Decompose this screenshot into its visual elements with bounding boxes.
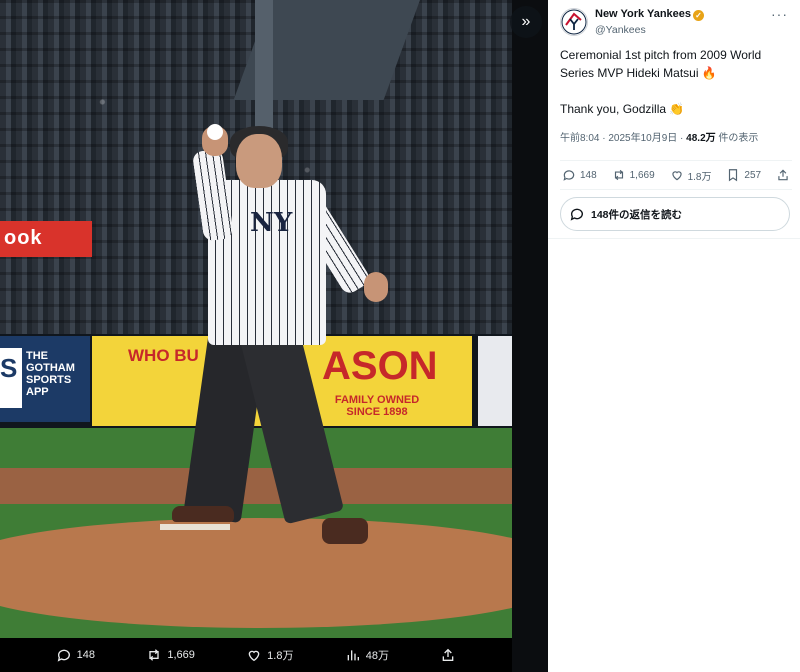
yankees-logo-icon — [561, 9, 587, 35]
pitcher-figure: NY — [0, 0, 512, 638]
read-replies-button[interactable]: 148件の返信を読む — [560, 197, 790, 231]
heart-icon — [671, 171, 682, 181]
yankees-logo: NY — [250, 208, 293, 238]
repost-icon — [149, 649, 159, 661]
share-button[interactable] — [776, 168, 790, 182]
account-name[interactable]: New York Yankees ✓ — [595, 8, 705, 21]
bookmark-icon — [729, 169, 738, 182]
views-count: 48.2万 — [686, 133, 716, 144]
tweet-header: New York Yankees ✓ @Yankees ··· — [560, 6, 792, 42]
media-share-button[interactable] — [440, 647, 456, 663]
more-options-button[interactable]: ··· — [771, 6, 788, 22]
avatar[interactable] — [560, 8, 588, 36]
tweet-meta: 午前8:04 · 2025年10月9日 · 48.2万 件の表示 — [560, 133, 759, 144]
analytics-icon — [347, 650, 359, 661]
collapse-panel-button[interactable]: » — [510, 6, 542, 38]
reply-icon — [57, 649, 70, 662]
tweet-actions: 148 1,669 1.8万 257 — [560, 160, 792, 190]
share-icon — [778, 169, 788, 181]
timestamp[interactable]: 午前8:04 · 2025年10月9日 · — [560, 133, 686, 144]
more-icon: ··· — [771, 6, 788, 22]
tweet-text: Ceremonial 1st pitch from 2009 World Ser… — [560, 48, 762, 116]
like-button[interactable]: 1.8万 — [670, 168, 711, 183]
baseball — [207, 124, 223, 140]
reply-icon — [563, 170, 575, 181]
media-repost-button[interactable]: 1,669 — [146, 647, 195, 663]
tweet-photo[interactable]: ook S THE GOTHAM SPORTS APP WHO BU ASON … — [0, 0, 512, 638]
repost-button[interactable]: 1,669 — [612, 168, 655, 182]
media-viewer: ook S THE GOTHAM SPORTS APP WHO BU ASON … — [0, 0, 512, 672]
account-handle[interactable]: @Yankees — [595, 24, 646, 36]
divider — [548, 238, 800, 239]
media-views-button[interactable]: 48万 — [345, 647, 389, 663]
bookmark-button[interactable]: 257 — [726, 168, 761, 182]
reply-button[interactable]: 148 — [562, 168, 597, 182]
share-icon — [443, 648, 454, 661]
verified-badge-icon: ✓ — [693, 10, 705, 21]
reply-icon — [570, 208, 583, 221]
double-chevron-right-icon: » — [521, 13, 531, 30]
repost-icon — [614, 169, 623, 181]
heart-icon — [248, 650, 260, 662]
media-action-bar: 148 1,669 1.8万 48万 — [0, 638, 512, 672]
media-reply-button[interactable]: 148 — [56, 647, 95, 663]
media-like-button[interactable]: 1.8万 — [246, 647, 293, 663]
tweet-panel: New York Yankees ✓ @Yankees ··· Ceremonia… — [548, 0, 800, 672]
